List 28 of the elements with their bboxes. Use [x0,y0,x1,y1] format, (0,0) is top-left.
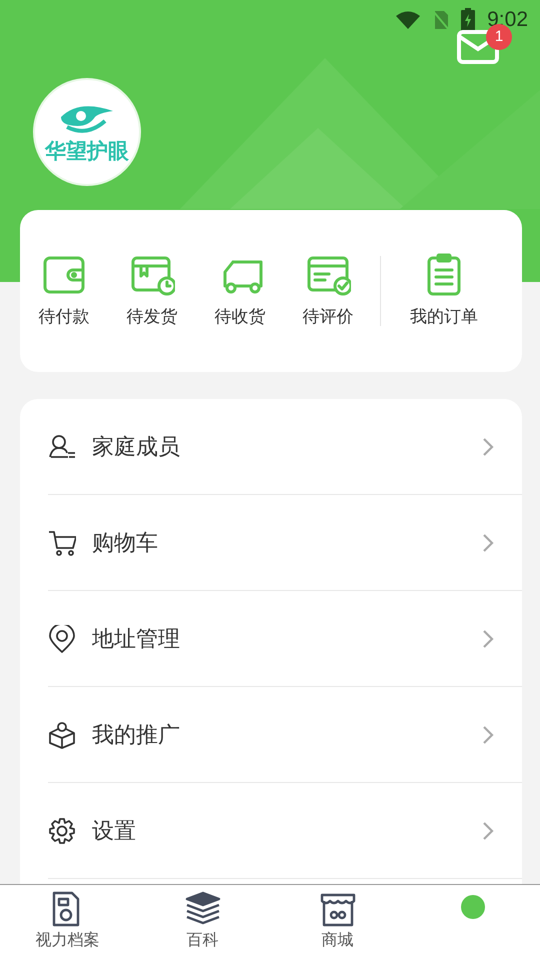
chevron-right-icon [482,724,494,744]
tab[interactable]: 百科 [135,885,270,960]
menu-item[interactable]: 设置 [48,783,522,879]
menu-item[interactable]: 地址管理 [48,591,522,687]
settings-icon [48,816,76,844]
menu-item[interactable]: 家庭成员 [48,399,522,495]
order-status-button[interactable]: 我的订单 [389,252,499,330]
logo-text: 华望护眼 [45,140,129,162]
tab[interactable]: 商城 [270,885,405,960]
cart-icon [48,528,76,556]
store-icon [320,891,356,927]
wifi-icon [395,10,422,30]
chevron-right-icon [482,532,494,552]
chevron-right-icon [482,820,494,840]
menu-item[interactable]: 我的推广 [48,687,522,783]
chevron-right-icon [482,628,494,648]
order-status-button[interactable]: 待评价 [284,252,372,330]
order-status-button[interactable]: 待收货 [196,252,284,330]
order-status-button[interactable]: 待付款 [20,252,108,330]
location-icon [48,624,76,652]
battery-icon [461,8,476,32]
chevron-right-icon [482,436,494,456]
family-icon [48,432,76,460]
books-icon [184,891,220,927]
tab[interactable]: 视力档案 [0,885,135,960]
promo-icon [48,720,76,748]
order-status-button[interactable]: 待发货 [108,252,196,330]
menu-item[interactable]: 购物车 [48,495,522,591]
